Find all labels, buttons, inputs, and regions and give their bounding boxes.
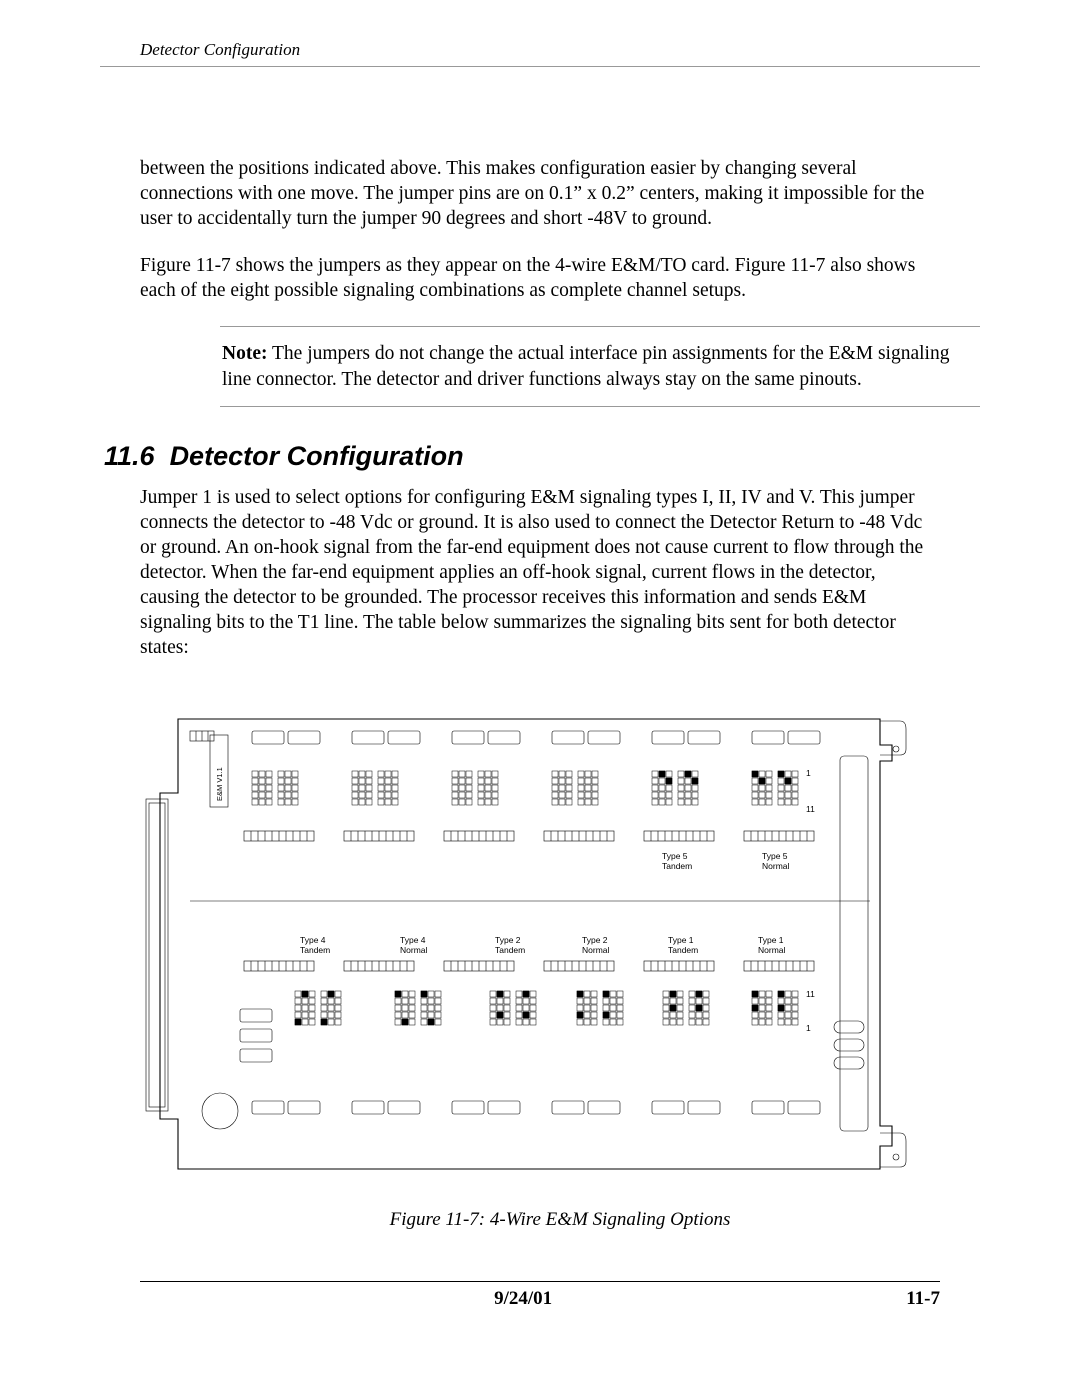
board-diagram-svg: E&M V1.1 xyxy=(140,701,930,1191)
page: Detector Configuration between the posit… xyxy=(0,0,1080,1360)
header-rule xyxy=(100,66,980,67)
note-text: The jumpers do not change the actual int… xyxy=(222,343,949,390)
paragraph-1: between the positions indicated above. T… xyxy=(140,157,940,232)
note-label: Note: xyxy=(222,343,267,364)
lab-t5n-1: Type 5 xyxy=(762,851,788,861)
svg-text:Type 1: Type 1 xyxy=(758,935,784,945)
pin-label-11a: 11 xyxy=(806,804,815,814)
svg-text:Tandem: Tandem xyxy=(495,945,525,955)
pin-label-1a: 1 xyxy=(806,768,811,778)
running-head: Detector Configuration xyxy=(140,40,980,60)
pin-label-11b: 11 xyxy=(806,989,815,999)
note-body: Note: The jumpers do not change the actu… xyxy=(220,327,980,406)
paragraph-2: Figure 11-7 shows the jumpers as they ap… xyxy=(140,254,940,304)
figure: E&M V1.1 xyxy=(140,701,980,1231)
chip-label: E&M V1.1 xyxy=(215,767,224,801)
footer-date: 9/24/01 xyxy=(494,1288,552,1310)
footer-page-number: 11-7 xyxy=(906,1288,940,1310)
svg-text:Type 2: Type 2 xyxy=(495,935,521,945)
note-block: Note: The jumpers do not change the actu… xyxy=(220,326,980,407)
svg-text:Type 4: Type 4 xyxy=(400,935,426,945)
svg-text:Tandem: Tandem xyxy=(668,945,698,955)
pin-label-1b: 1 xyxy=(806,1023,811,1033)
lab-t5t-1: Type 5 xyxy=(662,851,688,861)
bottom-labels: Type 4Tandem Type 4Normal Type 2Tandem T… xyxy=(300,935,786,955)
section-heading: 11.6 Detector Configuration xyxy=(104,441,980,472)
figure-caption: Figure 11-7: 4-Wire E&M Signaling Option… xyxy=(140,1209,980,1231)
paragraph-3: Jumper 1 is used to select options for c… xyxy=(140,486,940,661)
section-title: Detector Configuration xyxy=(170,441,464,471)
section-number: 11.6 xyxy=(104,441,155,471)
svg-text:Type 4: Type 4 xyxy=(300,935,326,945)
svg-text:Type 2: Type 2 xyxy=(582,935,608,945)
note-rule-bottom xyxy=(220,406,980,407)
svg-text:Normal: Normal xyxy=(400,945,428,955)
svg-text:Type 1: Type 1 xyxy=(668,935,694,945)
lab-t5t-2: Tandem xyxy=(662,861,692,871)
svg-text:Tandem: Tandem xyxy=(300,945,330,955)
lab-t5n-2: Normal xyxy=(762,861,790,871)
svg-text:Normal: Normal xyxy=(582,945,610,955)
page-footer: 9/24/01 11-7 xyxy=(140,1281,940,1310)
svg-text:Normal: Normal xyxy=(758,945,786,955)
